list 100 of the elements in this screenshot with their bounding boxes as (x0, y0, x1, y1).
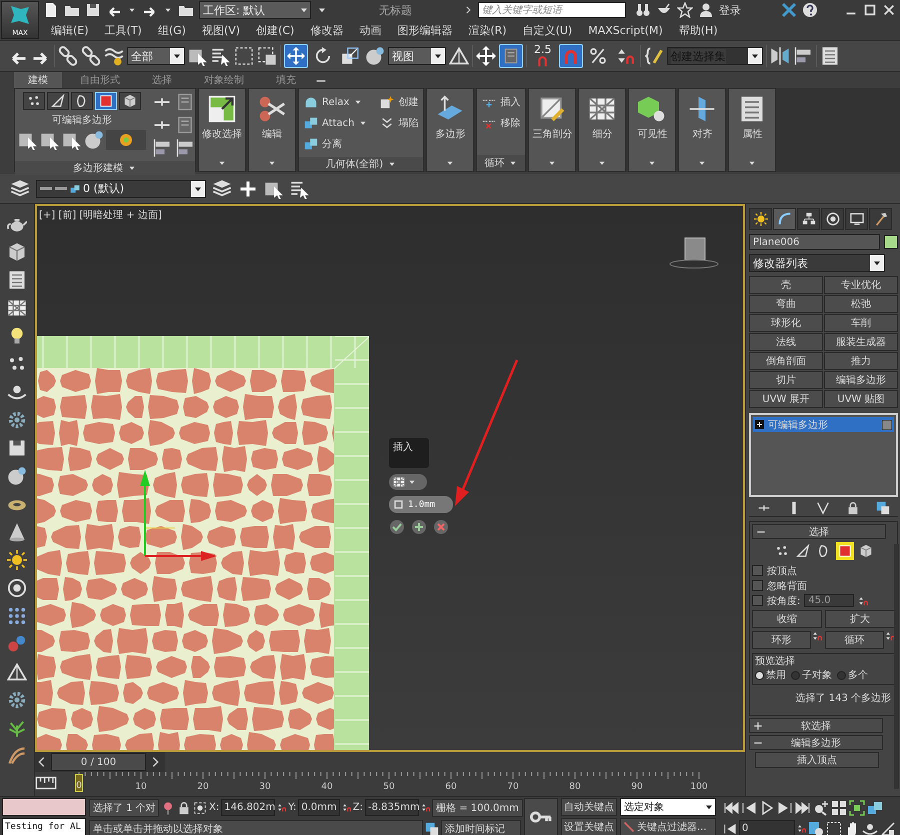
reference-coordinate-dropdown[interactable]: 视图 (388, 47, 446, 65)
radio-label: 子对象 (802, 668, 832, 682)
ribbon-tab[interactable]: 对象绘制 (190, 72, 258, 88)
frame-number: 50 (383, 782, 395, 792)
modifier-button[interactable]: 法线 (749, 333, 823, 351)
selection-filter-dropdown[interactable]: 全部 (127, 47, 185, 65)
checkbox-label: 按顶点 (767, 564, 797, 578)
modifier-button[interactable]: 车削 (824, 314, 898, 332)
menu-item[interactable]: 动画 (351, 22, 390, 38)
key-mode-dropdown[interactable]: 选定对象 (620, 798, 716, 816)
menu-item[interactable]: 修改器 (302, 22, 352, 38)
frame-number: 60 (445, 782, 457, 792)
modifier-button[interactable]: 推力 (824, 352, 898, 370)
frame-number: 100 (690, 782, 708, 792)
panel-title[interactable]: 循环 (484, 156, 504, 170)
menu-item[interactable]: 编辑(E) (43, 22, 97, 38)
layer-name: 0 (默认) (83, 181, 124, 196)
modifier-button[interactable]: 球形化 (749, 314, 823, 332)
script-output-field[interactable]: Testing for AL (2, 818, 86, 835)
ribbon-button[interactable]: 编辑 (249, 89, 295, 155)
menu-item[interactable]: 创建(C) (248, 22, 302, 38)
rollout-button[interactable]: 插入顶点 (755, 752, 879, 768)
coordinate-field[interactable]: -8.835mm (365, 799, 420, 816)
ribbon-tab[interactable]: 建模 (14, 72, 62, 88)
grid-size: 栅格 = 100.0mm (432, 798, 523, 816)
frame-field[interactable]: 0 (739, 820, 795, 835)
ribbon-button[interactable]: 修改选择 (199, 89, 245, 155)
menu-item[interactable]: 自定义(U) (514, 22, 580, 38)
login-link[interactable]: 登录 (719, 2, 741, 18)
ribbon-button[interactable]: 三角剖分 (529, 89, 576, 155)
ribbon-button[interactable]: 插入 (480, 92, 522, 112)
set-key-mode-button[interactable]: 设置关键点 (561, 818, 617, 835)
modifier-button[interactable]: 松弛 (824, 295, 898, 313)
rollout-header[interactable]: 软选择 (749, 718, 883, 733)
inset-amount-field[interactable]: 1.0mm (389, 496, 453, 513)
checkbox-label: 忽略背面 (767, 580, 807, 592)
search-field[interactable]: 键入关键字或短语 (478, 2, 626, 18)
panel-title[interactable]: 多边形建模 (73, 161, 123, 175)
object-name-field[interactable]: Plane006 (749, 234, 880, 250)
ribbon-button[interactable]: 分离 (302, 134, 370, 154)
ribbon-button[interactable]: 对齐 (679, 89, 726, 155)
ribbon-button[interactable]: 细分 (579, 89, 626, 155)
axis-label: Y: (288, 802, 296, 813)
menu-item[interactable]: 视图(V) (194, 22, 248, 38)
workspace-dropdown[interactable]: 工作区: 默认 (199, 1, 311, 19)
ribbon-button[interactable]: 多边形 (427, 89, 474, 155)
ribbon-tab[interactable]: 填充 (262, 72, 310, 88)
rollout-button[interactable]: 循环 (825, 631, 884, 649)
menu-item[interactable]: 组(G) (150, 22, 194, 38)
frame-number: 10 (135, 782, 147, 792)
selection-status: 选择了 143 个多边形 (794, 692, 892, 706)
ribbon-button[interactable]: 创建 (378, 92, 420, 112)
auto-key-button[interactable]: 自动关键点 (561, 798, 617, 816)
rollout-button[interactable]: 收缩 (752, 610, 822, 628)
rollout-button[interactable]: 环形 (752, 631, 811, 649)
modifier-list-dropdown[interactable]: 修改器列表 (749, 254, 885, 272)
layer-dropdown[interactable]: 0 (默认) (36, 180, 206, 198)
ribbon-button[interactable]: Relax (302, 92, 370, 112)
rollout-button[interactable]: 扩大 (825, 610, 895, 628)
modifier-stack-item[interactable]: 可编辑多边形 (753, 417, 894, 432)
ribbon-tab[interactable]: 选择 (138, 72, 186, 88)
rollout-header[interactable]: 选择 (752, 524, 886, 539)
menu-item[interactable]: 渲染(R) (460, 22, 515, 38)
axis-label: Z: (352, 802, 364, 813)
modifier-button[interactable]: UVW 展开 (749, 390, 823, 408)
viewport-label[interactable]: [+] [前] [明暗处理 + 边面] (39, 208, 162, 222)
ribbon-button[interactable]: 移除 (480, 113, 522, 133)
modifier-button[interactable]: 编辑多边形 (824, 371, 898, 389)
menu-item[interactable]: 帮助(H) (670, 22, 726, 38)
add-time-tag[interactable]: 添加时间标记 (441, 820, 521, 835)
key-filters-button[interactable]: 关键点过滤器... (620, 818, 716, 835)
selection-info: 选择了 1 个对 (89, 798, 159, 816)
modifier-button[interactable]: 服装生成器 (824, 333, 898, 351)
modifier-button[interactable]: 切片 (749, 371, 823, 389)
ribbon-button[interactable]: 塌陷 (378, 113, 420, 133)
modifier-button[interactable]: 壳 (749, 276, 823, 294)
modifier-button[interactable]: 倒角剖面 (749, 352, 823, 370)
coordinate-field[interactable]: 146.802m (221, 799, 276, 816)
rollout-header[interactable]: 编辑多边形 (749, 735, 883, 750)
frame-marker[interactable]: 0 (75, 774, 83, 792)
time-slider-thumb[interactable]: 0 / 100 (51, 753, 146, 771)
ribbon-tab[interactable]: 自由形式 (66, 72, 134, 88)
viewport[interactable]: [+] [前] [明暗处理 + 边面] 插入 1.0mm (35, 204, 745, 752)
radio-label: 多个 (848, 669, 868, 682)
ribbon-button[interactable]: 可见性 (629, 89, 676, 155)
modifier-button[interactable]: UVW 贴图 (824, 390, 898, 408)
ribbon-button[interactable]: 属性 (729, 89, 776, 155)
menu-item[interactable]: MAXScript(M) (580, 24, 671, 36)
checkbox-label: 按角度: (767, 594, 800, 608)
panel-title[interactable]: 几何体(全部) (325, 157, 384, 171)
axis-label: X: (209, 802, 220, 813)
coordinate-field[interactable]: 0.0mm (298, 799, 340, 816)
menu-item[interactable]: 工具(T) (96, 22, 150, 38)
ribbon-button[interactable]: Attach (302, 113, 370, 133)
frame-number: 20 (197, 782, 209, 792)
angle-field[interactable]: 45.0 (804, 594, 854, 607)
menu-item[interactable]: 图形编辑器 (389, 22, 460, 38)
modifier-button[interactable]: 弯曲 (749, 295, 823, 313)
snap-toggle-button[interactable]: 2.5 (530, 43, 556, 69)
modifier-button[interactable]: 专业优化 (824, 276, 898, 294)
